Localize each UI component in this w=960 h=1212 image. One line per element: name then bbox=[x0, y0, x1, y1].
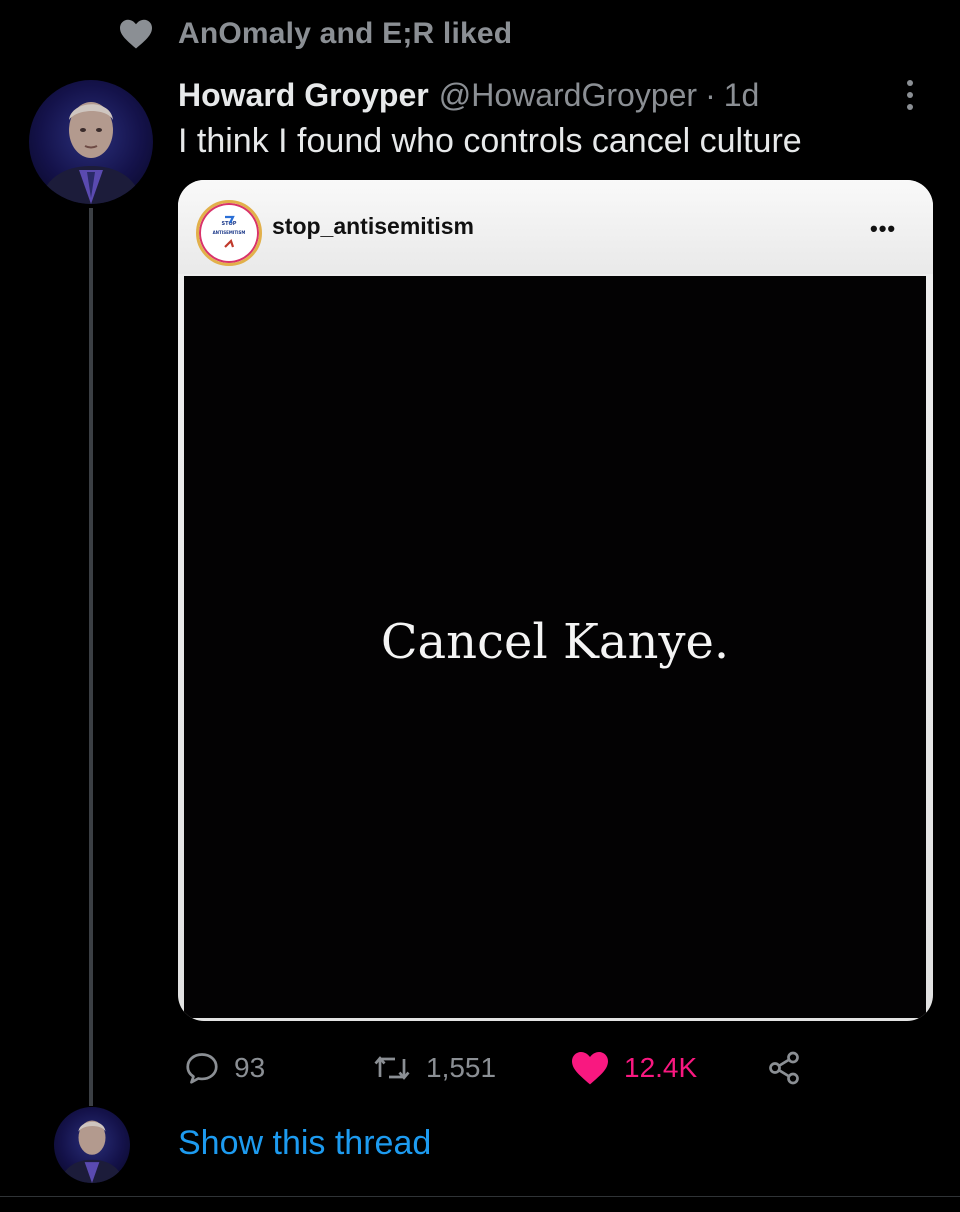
share-icon bbox=[769, 1051, 799, 1085]
tweet-text: I think I found who controls cancel cult… bbox=[178, 122, 802, 160]
tweet-age[interactable]: 1d bbox=[724, 77, 760, 114]
svg-text:STOP: STOP bbox=[222, 221, 237, 227]
retweet-icon bbox=[374, 1056, 410, 1080]
social-context-text: AnOmaly and E;R liked bbox=[178, 17, 513, 50]
author-name[interactable]: Howard Groyper bbox=[178, 77, 429, 114]
avatar-portrait-small bbox=[60, 1120, 124, 1183]
embedded-post-photo: Cancel Kanye. bbox=[184, 276, 926, 1018]
thread-line bbox=[89, 208, 93, 1106]
like-button[interactable]: 12.4K bbox=[570, 1044, 697, 1092]
svg-text:ANTISEMITISM: ANTISEMITISM bbox=[213, 230, 246, 235]
reply-button[interactable]: 93 bbox=[184, 1044, 265, 1092]
embedded-post-more: ••• bbox=[870, 216, 897, 241]
reply-icon bbox=[186, 1053, 218, 1084]
avatar-portrait bbox=[39, 102, 143, 204]
embedded-post-header: STOP ANTISEMITISM stop_antisemitism ••• bbox=[178, 180, 933, 274]
tweet-action-bar: 93 1,551 12.4K bbox=[180, 1044, 880, 1092]
tweet-divider bbox=[0, 1196, 960, 1197]
like-count: 12.4K bbox=[624, 1052, 698, 1083]
tweet-header: Howard Groyper @HowardGroyper · 1d bbox=[178, 74, 759, 116]
like-icon bbox=[572, 1051, 608, 1085]
embedded-post-caption: Cancel Kanye. bbox=[380, 614, 730, 670]
tweet-page: AnOmaly and E;R liked Howard Groyper @Ho… bbox=[0, 0, 960, 1212]
heart-icon bbox=[120, 19, 152, 49]
more-vertical-icon[interactable] bbox=[898, 78, 922, 112]
embedded-post-username: stop_antisemitism bbox=[272, 213, 474, 239]
tweet-media-image[interactable]: STOP ANTISEMITISM stop_antisemitism ••• … bbox=[178, 180, 933, 1021]
thread-avatar[interactable] bbox=[54, 1107, 130, 1183]
author-handle[interactable]: @HowardGroyper bbox=[439, 77, 697, 114]
reply-count: 93 bbox=[234, 1052, 266, 1083]
share-button[interactable] bbox=[764, 1044, 804, 1092]
retweet-button[interactable]: 1,551 bbox=[372, 1044, 496, 1092]
show-thread-link[interactable]: Show this thread bbox=[178, 1124, 431, 1163]
stop-antisemitism-logo: STOP ANTISEMITISM bbox=[196, 200, 262, 266]
author-avatar[interactable] bbox=[29, 80, 153, 204]
separator-dot: · bbox=[705, 76, 716, 113]
retweet-count: 1,551 bbox=[426, 1052, 497, 1083]
social-context: AnOmaly and E;R liked bbox=[118, 14, 512, 54]
